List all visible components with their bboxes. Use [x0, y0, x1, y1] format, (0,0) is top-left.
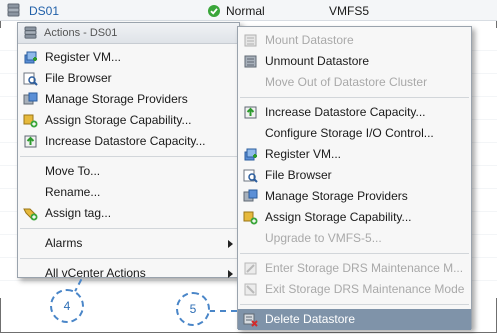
menu-item-move-to[interactable]: Move To...: [18, 161, 239, 182]
datastore-icon: [24, 26, 39, 41]
menu-item-label: Register VM...: [265, 147, 342, 161]
menu-item-label: All vCenter Actions: [45, 266, 146, 280]
menu-separator: [240, 304, 469, 305]
status-text: Normal: [226, 4, 265, 18]
menu-item-increase-datastore-capacity[interactable]: Increase Datastore Capacity...: [18, 131, 239, 152]
callout-5-leader: [209, 310, 237, 312]
menu-item-label: Move Out of Datastore Cluster: [265, 75, 428, 89]
type-text: VMFS5: [329, 4, 370, 18]
menu-item-all-vcenter-actions[interactable]: All vCenter Actions: [18, 263, 239, 284]
menu-item-label: Register VM...: [45, 50, 122, 64]
menu-item-label: File Browser: [45, 71, 112, 85]
file-browser-icon: [23, 71, 38, 86]
register-vm-icon: [23, 50, 38, 65]
step-5-callout: 5: [176, 292, 210, 326]
datastore-name-link[interactable]: DS01: [29, 3, 59, 19]
menu-item-exit-sdrs-maintenance[interactable]: Exit Storage DRS Maintenance Mode: [238, 279, 471, 300]
menu-item-alarms[interactable]: Alarms: [18, 233, 239, 254]
vcenter-actions-submenu: Mount Datastore Unmount Datastore Move O…: [237, 26, 472, 330]
storage-capability-icon: [23, 113, 38, 128]
assign-tag-icon: [23, 206, 38, 221]
menu-item-upgrade-vmfs5[interactable]: Upgrade to VMFS-5...: [238, 228, 471, 249]
file-browser-icon: [243, 168, 258, 183]
submenu-arrow-icon: [228, 270, 233, 278]
menu-item-label: Delete Datastore: [265, 312, 356, 326]
menu-item-label: Manage Storage Providers: [265, 189, 408, 203]
actions-menu: Actions - DS01 Register VM... File Brows…: [17, 22, 240, 280]
unmount-datastore-icon: [243, 54, 258, 69]
storage-capability-icon: [243, 210, 258, 225]
menu-item-configure-storage-io-control[interactable]: Configure Storage I/O Control...: [238, 123, 471, 144]
menu-item-label: Assign Storage Capability...: [265, 210, 412, 224]
menu-item-move-out-of-cluster[interactable]: Move Out of Datastore Cluster: [238, 72, 471, 93]
menu-item-label: Configure Storage I/O Control...: [265, 126, 434, 140]
menu-item-assign-tag[interactable]: Assign tag...: [18, 203, 239, 224]
menu-item-assign-storage-capability[interactable]: Assign Storage Capability...: [18, 110, 239, 131]
menu-item-enter-sdrs-maintenance[interactable]: Enter Storage DRS Maintenance M...: [238, 258, 471, 279]
menu-item-mount-datastore[interactable]: Mount Datastore: [238, 30, 471, 51]
actions-menu-header: Actions - DS01: [18, 23, 239, 44]
actions-menu-title: Actions - DS01: [44, 27, 118, 39]
storage-providers-icon: [23, 92, 38, 107]
menu-item-label: Mount Datastore: [265, 33, 354, 47]
menu-separator: [20, 156, 237, 157]
mount-datastore-icon: [243, 33, 258, 48]
menu-separator: [240, 253, 469, 254]
menu-item-file-browser[interactable]: File Browser: [238, 165, 471, 186]
delete-datastore-icon: [243, 312, 258, 327]
menu-item-manage-storage-providers[interactable]: Manage Storage Providers: [238, 186, 471, 207]
menu-item-label: Enter Storage DRS Maintenance M...: [265, 261, 464, 275]
menu-separator: [20, 228, 237, 229]
increase-capacity-icon: [23, 134, 38, 149]
maintenance-exit-icon: [243, 282, 258, 297]
menu-item-label: File Browser: [265, 168, 332, 182]
increase-capacity-icon: [243, 105, 258, 120]
submenu-arrow-icon: [228, 240, 233, 248]
menu-item-file-browser[interactable]: File Browser: [18, 68, 239, 89]
menu-item-label: Unmount Datastore: [265, 54, 370, 68]
menu-item-increase-datastore-capacity[interactable]: Increase Datastore Capacity...: [238, 102, 471, 123]
maintenance-enter-icon: [243, 261, 258, 276]
step-4-callout: 4: [50, 289, 84, 323]
menu-item-label: Upgrade to VMFS-5...: [265, 231, 382, 245]
menu-item-assign-storage-capability[interactable]: Assign Storage Capability...: [238, 207, 471, 228]
menu-item-label: Increase Datastore Capacity...: [45, 134, 206, 148]
menu-item-label: Assign tag...: [45, 206, 112, 220]
datastore-icon: [6, 3, 21, 19]
storage-providers-icon: [243, 189, 258, 204]
table-row[interactable]: DS01 Normal VMFS5: [0, 0, 497, 21]
menu-item-delete-datastore[interactable]: Delete Datastore: [238, 309, 471, 330]
menu-item-rename[interactable]: Rename...: [18, 182, 239, 203]
menu-item-label: Manage Storage Providers: [45, 92, 188, 106]
menu-item-label: Exit Storage DRS Maintenance Mode: [265, 282, 465, 296]
menu-item-label: Assign Storage Capability...: [45, 113, 192, 127]
menu-item-label: Alarms: [45, 236, 83, 250]
menu-item-unmount-datastore[interactable]: Unmount Datastore: [238, 51, 471, 72]
register-vm-icon: [243, 147, 258, 162]
menu-item-register-vm[interactable]: Register VM...: [238, 144, 471, 165]
status-ok-icon: [208, 5, 220, 21]
menu-item-label: Move To...: [45, 164, 101, 178]
menu-item-label: Increase Datastore Capacity...: [265, 105, 426, 119]
menu-separator: [240, 97, 469, 98]
menu-item-label: Rename...: [45, 185, 101, 199]
menu-item-manage-storage-providers[interactable]: Manage Storage Providers: [18, 89, 239, 110]
menu-separator: [20, 258, 237, 259]
menu-item-register-vm[interactable]: Register VM...: [18, 47, 239, 68]
